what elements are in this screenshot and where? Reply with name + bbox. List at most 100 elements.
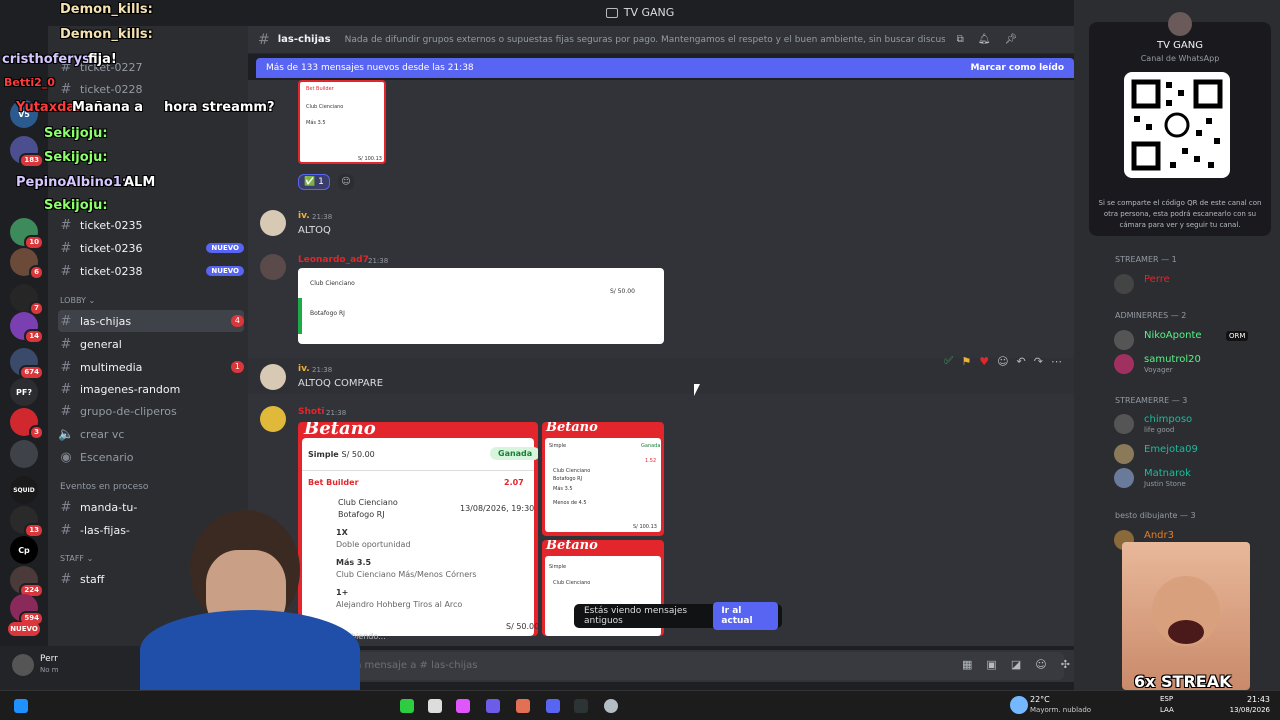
channel-item[interactable]: # imagenes-random [58,378,244,400]
avatar [1114,468,1134,488]
avatar[interactable] [260,254,286,280]
bet-builder-label: Bet Builder [308,478,359,487]
play-icon[interactable] [400,699,414,713]
capcut-icon[interactable] [428,699,442,713]
message-text: ALTOQ [298,225,331,236]
weather-icon[interactable] [1010,696,1028,714]
channel-item[interactable]: # grupo-de-cliperos [58,400,244,422]
forward-icon[interactable]: ↷ [1034,355,1043,368]
threads-icon[interactable]: ⧉ [957,34,964,45]
hash-icon: # [60,336,72,352]
member-group-header: STREAMERRE — 3 [1115,396,1188,405]
overlay-chat-user: Demon_kills: [60,27,153,42]
language[interactable]: ESP [1160,695,1173,703]
server-icon[interactable]: 594 [10,594,44,626]
odds: 2.07 [504,478,524,487]
emoji-icon[interactable]: ☺ [1035,658,1046,671]
overlay-chat-user: Demon_kills: [60,2,153,17]
server-icon[interactable]: SQUID [10,476,38,504]
handshake-reaction-icon[interactable]: ⚑ [961,355,971,368]
stage-channel[interactable]: ◉ Escenario [58,446,244,468]
category-lobby[interactable]: LOBBY ⌄ [60,296,95,305]
server-icon[interactable]: 183 [10,136,44,168]
more-icon[interactable]: ⋯ [1051,355,1062,368]
member-item[interactable]: Matnarok Justin Stone [1114,466,1274,488]
hash-icon: # [60,522,72,538]
check-reaction-icon[interactable]: ✅︎ [944,354,953,368]
app-icon[interactable] [516,699,530,713]
avatar[interactable] [260,406,286,432]
channel-item[interactable]: # ticket-0235 [58,214,244,236]
reaction-chip[interactable]: ✅ 1 [298,174,330,190]
mark-as-read-button[interactable]: Marcar como leído [970,63,1064,73]
gif-icon[interactable]: ▣ [986,658,996,671]
avatar[interactable] [260,364,286,390]
channel-item[interactable]: # ticket-0236 NUEVO [58,237,244,259]
channel-item[interactable]: # ticket-0228 [58,78,244,100]
member-item[interactable]: chimposo life good [1114,412,1274,434]
heart-reaction-icon[interactable]: ♥ [979,355,989,368]
server-icon[interactable]: 7 [10,284,44,316]
overlay-chat-user: Sekijoju: [44,126,108,141]
jump-to-present-button[interactable]: Ir al actual [713,602,778,630]
new-messages-text: Más de 133 mensajes nuevos desde las 21:… [266,63,474,73]
bet-slip-image[interactable]: Betano Simple Ganada 1.52 Club Cienciano… [542,422,664,536]
channel-topic[interactable]: Nada de difundir grupos externos o supue… [345,35,945,45]
pin-icon[interactable]: 📌︎ [1004,34,1017,45]
message-author[interactable]: iv. [298,211,310,221]
wa-subtitle: Canal de WhatsApp [1140,54,1220,63]
member-group-header: STREAMER — 1 [1115,255,1177,264]
message-author[interactable]: Shoti [298,407,324,417]
new-messages-bar[interactable]: Más de 133 mensajes nuevos desde las 21:… [256,58,1074,78]
app-icon[interactable] [486,699,500,713]
member-item[interactable]: NikoAponte ORM [1114,328,1274,350]
server-icon[interactable] [10,440,38,468]
server-icon[interactable]: Cp [10,536,38,564]
server-icon[interactable]: 6 [10,248,44,280]
message-author[interactable]: iv. [298,364,310,374]
overlay-chat-text: Mañana a [72,100,144,115]
add-reaction-icon[interactable]: ☺ [997,355,1008,368]
server-icon[interactable]: 13 [10,506,44,538]
user-name: Perr [40,654,58,664]
server-icon[interactable]: 3 [10,408,44,440]
app-icon[interactable] [456,699,470,713]
apps-icon[interactable]: ✣ [1061,658,1070,671]
message-input[interactable]: Envía un mensaje a # las-chijas [258,652,1064,680]
bet-history-image[interactable]: Club Cienciano Botafogo RJ S/ 50.00 [298,268,664,344]
channel-item-active[interactable]: # las-chijas 4 [58,310,244,332]
avatar[interactable] [260,210,286,236]
gift-icon[interactable]: ▦ [962,658,972,671]
chrome-icon[interactable] [604,699,618,713]
channel-item[interactable]: # ticket-0238 NUEVO [58,260,244,282]
channel-item[interactable]: # general [58,333,244,355]
category-staff[interactable]: STAFF ⌄ [60,554,93,563]
server-icon[interactable]: PF? [10,378,38,406]
weather-desc: Mayorm. nublado [1030,706,1092,714]
add-reaction-icon[interactable]: ☺ [338,174,354,190]
user-status: No m [40,666,59,674]
server-icon[interactable]: 10 [10,218,44,250]
app-icon[interactable] [574,699,588,713]
avatar [1114,444,1134,464]
clock-time[interactable]: 21:43 [1226,695,1270,704]
channel-avatar [1168,12,1192,36]
sticker-icon[interactable]: ◪ [1011,658,1021,671]
server-icon[interactable]: 14 [10,312,44,344]
message-author[interactable]: Leonardo_ad7 [298,255,369,265]
server-icon[interactable]: 674 [10,348,44,380]
windows-start-icon[interactable] [14,699,28,713]
bell-icon[interactable]: 🔔︎ [978,34,991,45]
voice-channel[interactable]: 🔈 crear vc [58,423,244,445]
reply-icon[interactable]: ↶ [1017,355,1026,368]
avatar [1114,414,1134,434]
server-icon[interactable]: 224 [10,566,44,598]
channel-item[interactable]: # multimedia 1 [58,356,244,378]
avatar[interactable] [12,654,34,676]
overlay-chat-text: fija! [88,52,117,67]
member-item[interactable]: Perre [1114,272,1274,294]
member-item[interactable]: samutrol20 Voyager [1114,352,1274,374]
member-item[interactable]: Emejota09 [1114,442,1274,464]
bet-slip-image[interactable]: Bet Builder Club Cienciano Más 3.5 S/ 10… [298,80,386,164]
discord-icon[interactable] [546,699,560,713]
